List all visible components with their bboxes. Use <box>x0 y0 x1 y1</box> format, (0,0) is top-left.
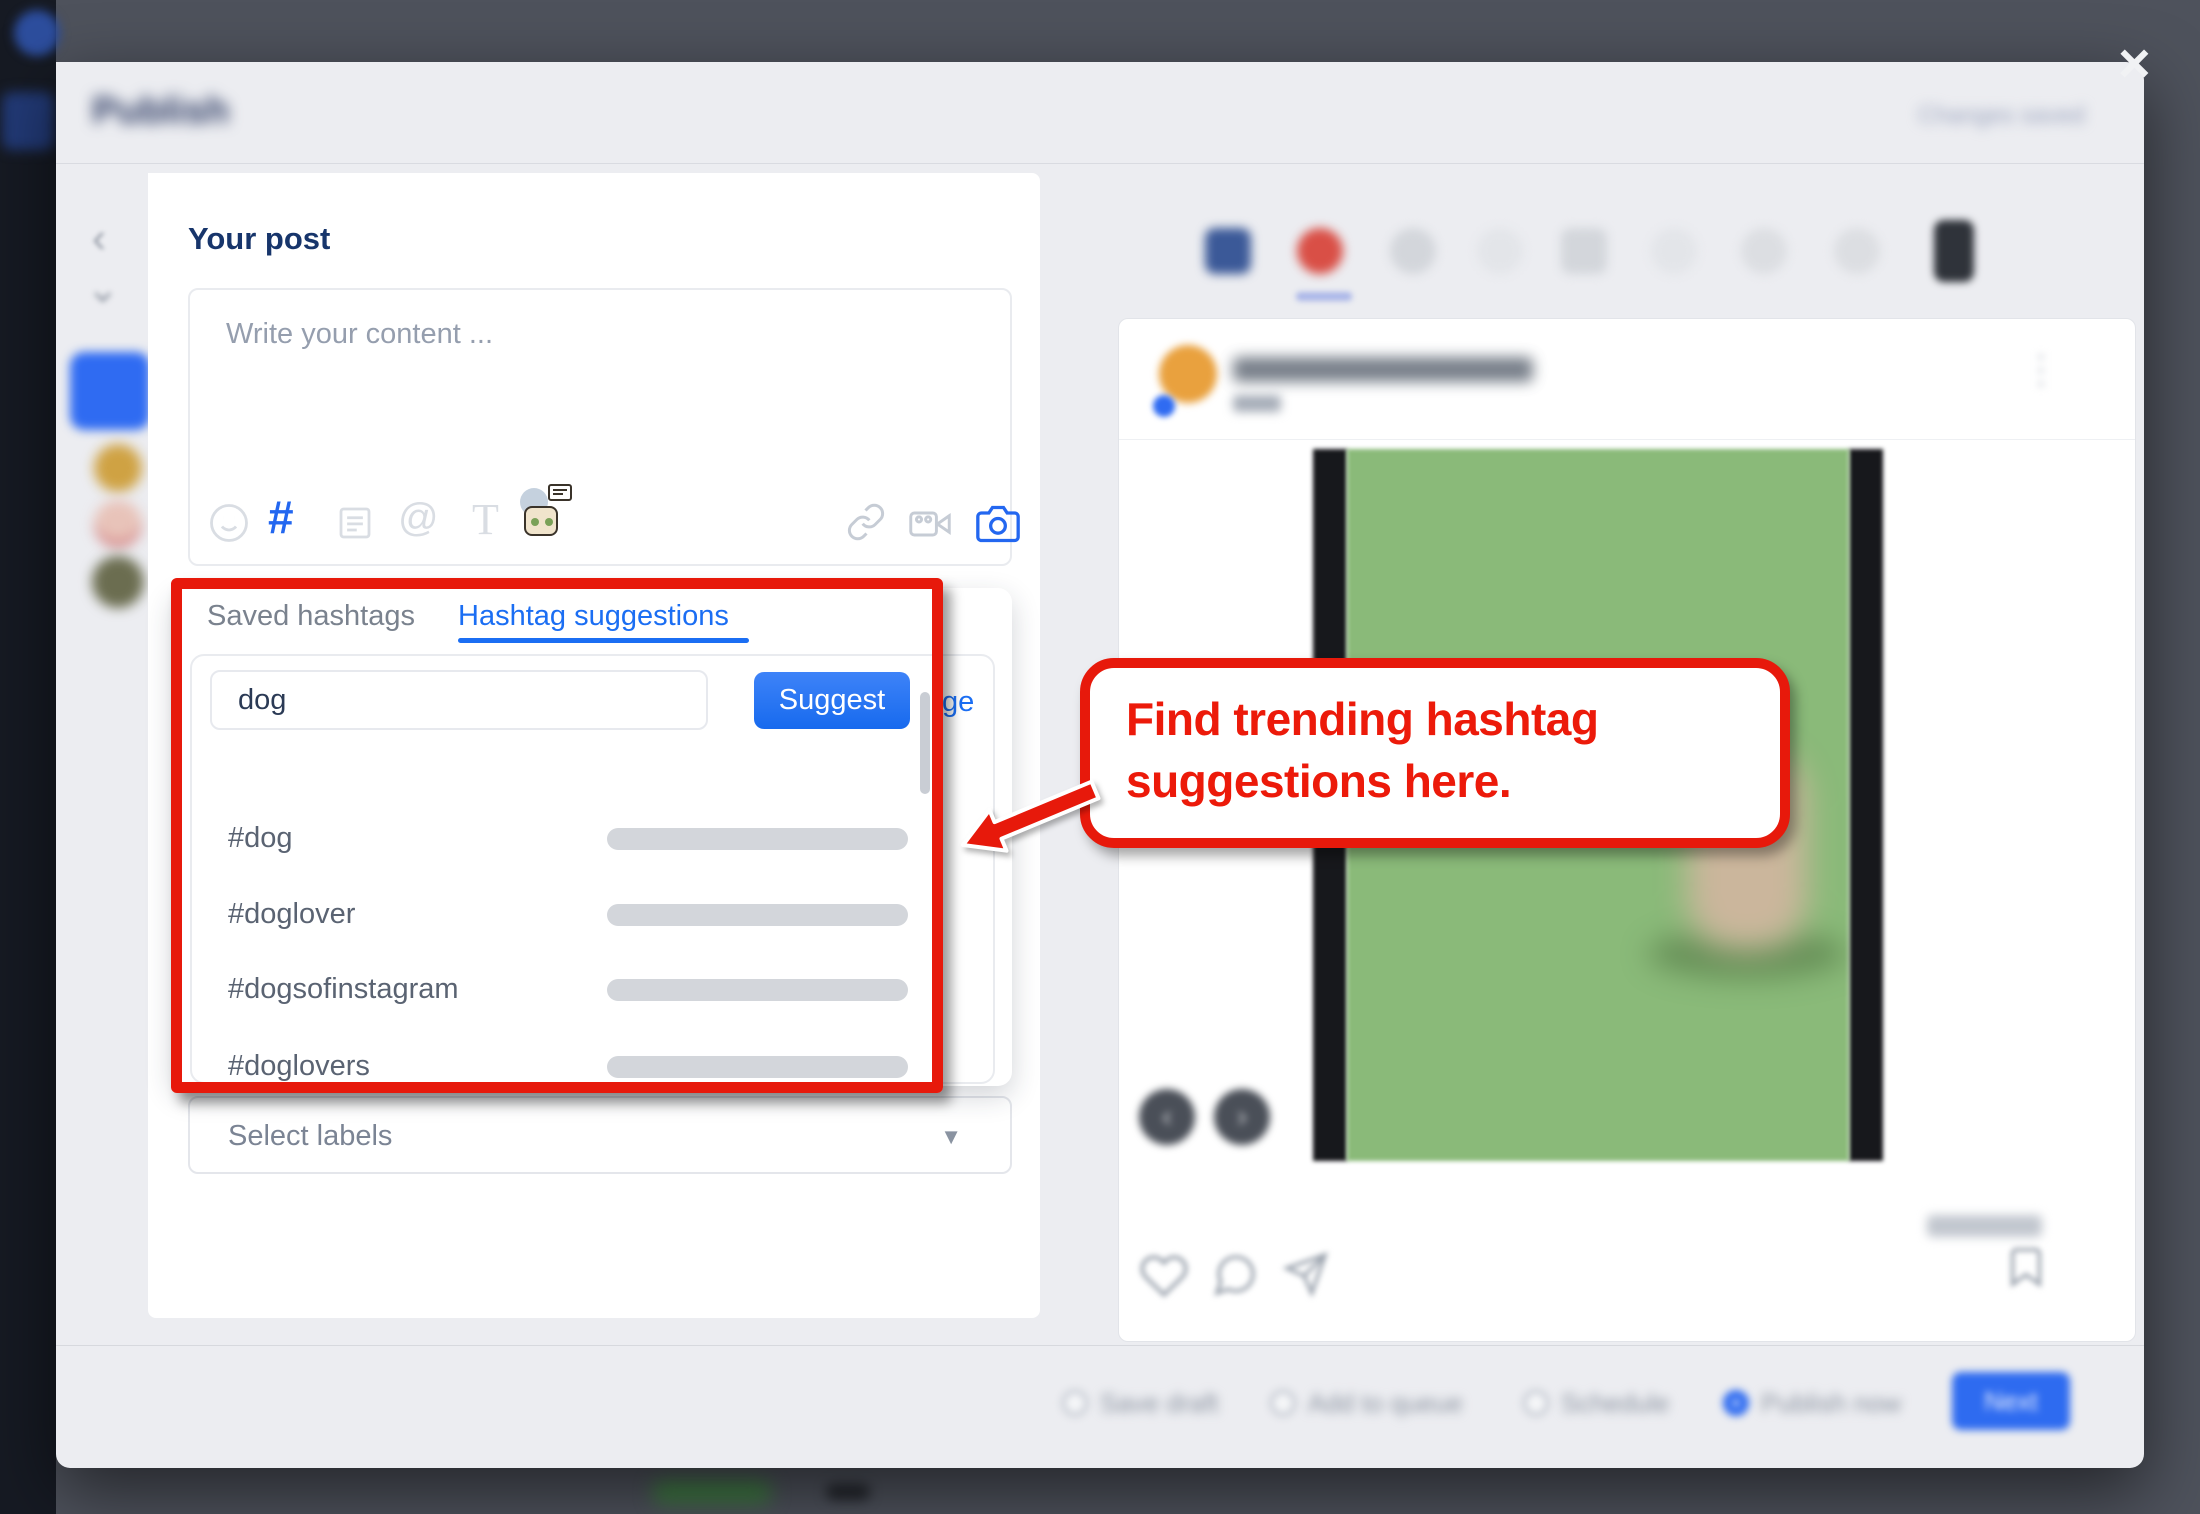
network-icon[interactable] <box>1741 228 1787 274</box>
callout-text-line2: suggestions here. <box>1126 754 1511 808</box>
background-blob <box>652 1480 772 1504</box>
bookmark-icon[interactable] <box>2003 1241 2049 1298</box>
partially-hidden-link: ge <box>942 686 974 719</box>
active-tab-underline <box>458 638 749 643</box>
suggest-button[interactable]: Suggest <box>754 672 910 729</box>
hashtag-label: #doglovers <box>228 1050 370 1083</box>
carousel-prev-button[interactable]: ‹ <box>1139 1089 1195 1145</box>
autosave-status: Changes saved <box>1918 102 2085 130</box>
tab-hashtag-suggestions[interactable]: Hashtag suggestions <box>458 600 729 633</box>
network-icon-selected[interactable] <box>1934 220 1974 282</box>
hashtag-row[interactable]: #doglover <box>210 896 995 936</box>
hashtag-popup: Saved hashtags Hashtag suggestions Sugge… <box>172 588 1012 1086</box>
app-left-rail <box>0 0 56 1514</box>
modal-title: Publish <box>92 90 229 133</box>
header-divider <box>56 163 2144 164</box>
network-icon-facebook[interactable] <box>1205 228 1251 274</box>
video-icon[interactable] <box>908 502 952 551</box>
close-icon[interactable]: × <box>2118 30 2151 95</box>
network-icon[interactable] <box>1390 228 1436 274</box>
share-icon[interactable] <box>1283 1251 1329 1302</box>
chevron-down-icon[interactable]: ⌄ <box>86 266 120 312</box>
account-avatar[interactable] <box>94 444 142 492</box>
section-title: Your post <box>188 221 330 257</box>
image-letterbox <box>1849 449 1883 1161</box>
app-logo <box>14 10 60 56</box>
network-icon[interactable] <box>1651 228 1697 274</box>
tab-saved-hashtags[interactable]: Saved hashtags <box>207 600 415 633</box>
annotation-callout: Find trending hashtag suggestions here. <box>1080 658 1790 848</box>
suggestions-panel: Suggest ge #dog #doglover #dogsofinstagr… <box>190 654 995 1084</box>
avatar <box>1159 345 1217 403</box>
collapse-back-icon[interactable]: ‹ <box>92 214 106 262</box>
account-name-blurred <box>1233 357 1533 382</box>
saved-captions-icon[interactable] <box>334 502 376 549</box>
chevron-down-icon: ▼ <box>940 1124 962 1150</box>
post-meta-blurred <box>1233 395 1281 412</box>
account-avatar[interactable] <box>94 500 142 548</box>
trend-bar <box>607 1056 908 1078</box>
account-avatar[interactable] <box>92 556 144 608</box>
network-icon[interactable] <box>1834 228 1880 274</box>
hashtag-label: #doglover <box>228 898 355 931</box>
hashtag-label: #dog <box>228 822 293 855</box>
likes-count-blurred <box>1927 1215 2042 1237</box>
radio-schedule[interactable] <box>1523 1390 1549 1416</box>
labels-placeholder: Select labels <box>228 1120 392 1153</box>
hashtag-row[interactable]: #doglovers <box>210 1048 995 1084</box>
callout-text-line1: Find trending hashtag <box>1126 692 1598 746</box>
rail-active-item <box>2 92 54 150</box>
network-icon[interactable] <box>1477 228 1523 274</box>
emoji-icon[interactable] <box>208 502 250 549</box>
hashtag-row[interactable]: #dog <box>210 820 995 860</box>
hashtag-icon[interactable]: # <box>268 490 294 544</box>
labels-select[interactable]: Select labels ▼ <box>188 1096 1012 1174</box>
radio-save-draft[interactable] <box>1062 1390 1088 1416</box>
hashtag-search-input[interactable] <box>210 670 708 730</box>
content-textarea[interactable]: Write your content ... # @ T <box>188 288 1012 566</box>
trend-bar <box>607 904 908 926</box>
next-button[interactable]: Next <box>1952 1372 2070 1430</box>
hashtag-row[interactable]: #dogsofinstagram <box>210 971 995 1011</box>
trend-bar <box>607 979 908 1001</box>
network-badge-icon <box>1153 395 1175 417</box>
carousel-next-button[interactable]: › <box>1214 1089 1270 1145</box>
comment-icon[interactable] <box>1211 1251 1259 1304</box>
link-icon[interactable] <box>846 502 886 547</box>
radio-add-to-queue[interactable] <box>1270 1390 1296 1416</box>
radio-label[interactable]: Save draft <box>1100 1388 1219 1419</box>
photo-icon[interactable] <box>976 502 1020 551</box>
network-icon-instagram[interactable] <box>1297 228 1343 274</box>
trend-bar <box>607 828 908 850</box>
selected-network-underline <box>1296 292 1352 301</box>
network-icon[interactable] <box>1561 228 1607 274</box>
ai-assistant-icon[interactable] <box>520 484 576 540</box>
background-blob <box>826 1484 870 1500</box>
content-placeholder: Write your content ... <box>226 318 493 351</box>
radio-publish-now[interactable] <box>1723 1390 1749 1416</box>
kebab-menu-icon[interactable]: ⋮ <box>2021 347 2061 393</box>
footer-divider <box>56 1345 2144 1346</box>
radio-label[interactable]: Publish now <box>1761 1388 1901 1419</box>
like-icon[interactable] <box>1139 1251 1189 1306</box>
mention-icon[interactable]: @ <box>398 496 439 541</box>
radio-label[interactable]: Add to queue <box>1308 1388 1463 1419</box>
scrollbar-thumb[interactable] <box>920 692 930 794</box>
radio-label[interactable]: Schedule <box>1561 1388 1669 1419</box>
hashtag-label: #dogsofinstagram <box>228 973 459 1006</box>
selected-network-button[interactable] <box>70 352 150 430</box>
text-format-icon[interactable]: T <box>472 494 499 545</box>
preview-divider <box>1119 439 2135 440</box>
